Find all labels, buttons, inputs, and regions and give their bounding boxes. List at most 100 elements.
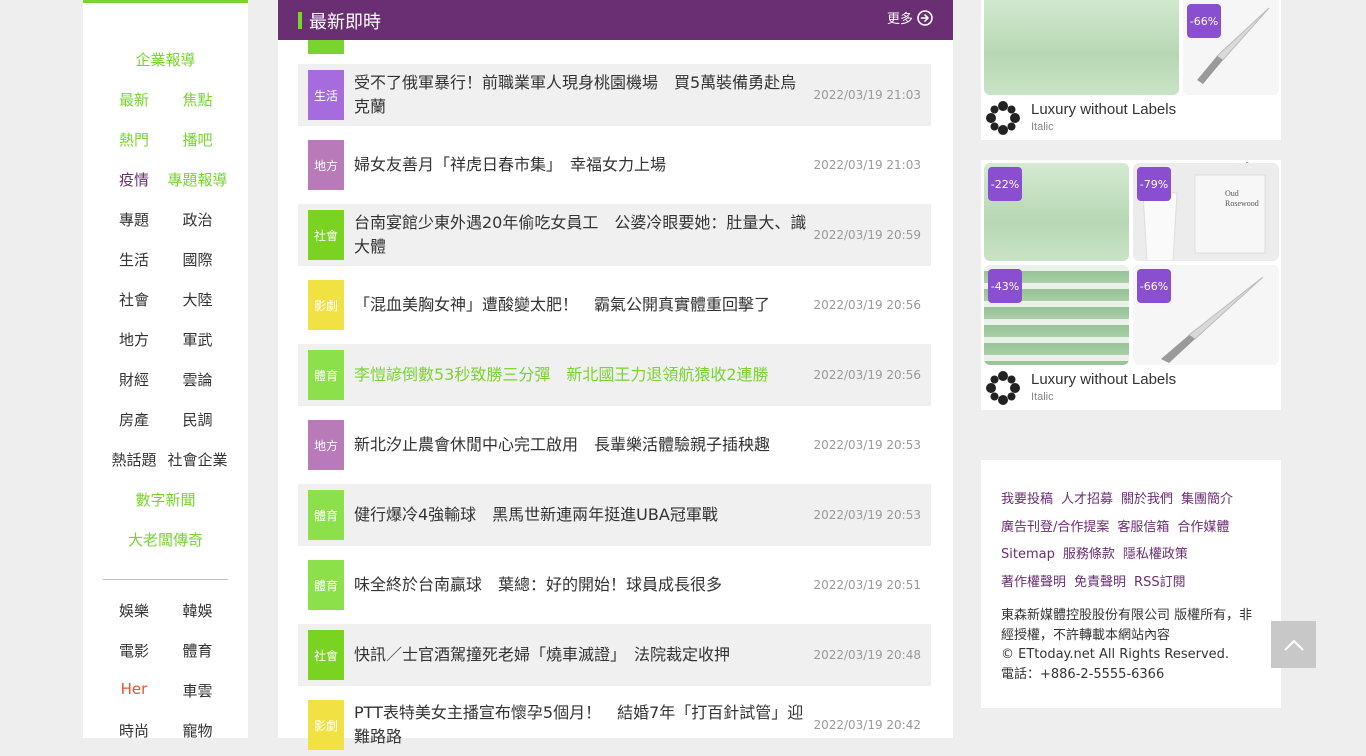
brand-logo-icon — [986, 371, 1020, 405]
sidebar-item-china[interactable]: 大陸 — [165, 289, 230, 310]
page-title: 最新即時 — [309, 12, 381, 33]
news-row[interactable]: 地方 新北汐止農會休閒中心完工啟用 長輩樂活體驗親子插秧趣 2022/03/19… — [298, 414, 931, 476]
footer-link-careers[interactable]: 人才招募 — [1061, 486, 1113, 514]
news-row[interactable]: 體育 李愷諺倒數53秒致勝三分彈 新北國王力退領航猿收2連勝 2022/03/1… — [298, 344, 931, 406]
news-timestamp: 2022/03/19 20:56 — [813, 368, 921, 382]
news-row[interactable]: 體育 健行爆冷4強輸球 黑馬世新連兩年挺進UBA冠軍戰 2022/03/19 2… — [298, 484, 931, 546]
back-to-top-button[interactable] — [1271, 621, 1316, 668]
category-tag: 社會 — [308, 630, 344, 680]
sidebar-item-sports[interactable]: 體育 — [165, 640, 230, 661]
footer-link-disclaimer[interactable]: 免責聲明 — [1074, 569, 1126, 597]
news-headline[interactable]: 台南宴館少東外遇20年偷吃女員工 公婆冷眼要她：肚量大、識大體 — [354, 204, 809, 266]
ad-image-mug[interactable]: Oud Rosewood -79% — [1133, 163, 1279, 261]
news-row[interactable]: 影劇 PTT表特美女主播宣布懷孕5個月！ 結婚7年「打百針試管」迎難路路 202… — [298, 694, 931, 756]
sidebar-divider — [103, 579, 228, 580]
ad-brand-name[interactable]: Luxury without Labels — [1031, 101, 1176, 118]
site-footer: 我要投稿 人才招募 關於我們 集團簡介 廣告刊登/合作提案 客服信箱 合作媒體 Sitem… — [981, 460, 1281, 708]
panel-header: 最新即時 更多 — [278, 0, 953, 40]
news-timestamp: 2022/03/19 20:53 — [813, 508, 921, 522]
more-label: 更多 — [886, 12, 913, 27]
footer-link-advertise[interactable]: 廣告刊登/合作提案 — [1001, 514, 1109, 542]
news-headline[interactable]: 健行爆冷4強輸球 黑馬世新連兩年挺進UBA冠軍戰 — [354, 484, 809, 546]
news-row[interactable]: 生活 受不了俄軍暴行！前職業軍人現身桃園機場 買5萬裝備勇赴烏克蘭 2022/0… — [298, 64, 931, 126]
footer-link-group[interactable]: 集團簡介 — [1181, 486, 1233, 514]
news-headline[interactable]: 味全終於台南贏球 葉總：好的開始！球員成長很多 — [354, 554, 809, 616]
category-tag: 體育 — [308, 560, 344, 610]
news-timestamp: 2022/03/19 20:59 — [813, 228, 921, 242]
header-accent-bar — [298, 12, 302, 29]
news-row[interactable]: 影劇 「混血美胸女神」遭酸變太肥！ 霸氣公開真實體重回擊了 2022/03/19… — [298, 274, 931, 336]
footer-link-about[interactable]: 關於我們 — [1121, 486, 1173, 514]
more-link[interactable]: 更多 — [887, 8, 933, 27]
news-headline[interactable]: 受不了俄軍暴行！前職業軍人現身桃園機場 買5萬裝備勇赴烏克蘭 — [354, 64, 809, 126]
sidebar-item-social-enterprise[interactable]: 社會企業 — [165, 449, 230, 470]
ad-brand-sub: Italic — [1031, 121, 1054, 133]
sidebar-item-polls[interactable]: 民調 — [165, 409, 230, 430]
news-headline[interactable]: PTT表特美女主播宣布懷孕5個月！ 結婚7年「打百針試管」迎難路路 — [354, 694, 809, 756]
news-row[interactable]: 社會 快訊／士官酒駕撞死老婦「燒車滅證」 法院裁定收押 2022/03/19 2… — [298, 624, 931, 686]
news-headline[interactable]: 李愷諺倒數53秒致勝三分彈 新北國王力退領航猿收2連勝 — [354, 344, 809, 406]
discount-tag: -66% — [1137, 269, 1171, 303]
sidebar-item-podcast[interactable]: 播吧 — [165, 129, 230, 150]
sidebar-item-opinion[interactable]: 雲論 — [165, 369, 230, 390]
sidebar-item-corporate-news[interactable]: 企業報導 — [83, 49, 248, 70]
sidebar-item-focus[interactable]: 焦點 — [165, 89, 230, 110]
footer-link-copyright[interactable]: 著作權聲明 — [1001, 569, 1066, 597]
category-tag-partial — [308, 40, 344, 54]
ad-banner-grid[interactable]: -22% Oud Rosewood -79% -43% -66% Luxury … — [981, 160, 1281, 410]
sidebar-item-international[interactable]: 國際 — [165, 249, 230, 270]
sidebar-item-military[interactable]: 軍武 — [165, 329, 230, 350]
category-tag: 影劇 — [308, 280, 344, 330]
footer-links: 我要投稿 人才招募 關於我們 集團簡介 廣告刊登/合作提案 客服信箱 合作媒體 Sitem… — [1001, 486, 1271, 596]
news-timestamp: 2022/03/19 20:48 — [813, 648, 921, 662]
sidebar-item-korean-ent[interactable]: 韓娛 — [165, 600, 230, 621]
news-headline[interactable]: 「混血美胸女神」遭酸變太肥！ 霸氣公開真實體重回擊了 — [354, 274, 809, 336]
sidebar-item-data-news[interactable]: 數字新聞 — [83, 489, 248, 510]
brand-logo-icon — [986, 101, 1020, 135]
footer-link-rss[interactable]: RSS訂閱 — [1134, 569, 1186, 597]
footer-link-terms[interactable]: 服務條款 — [1063, 541, 1115, 569]
news-row[interactable]: 地方 婦女友善月「祥虎日春市集」 幸福女力上場 2022/03/19 21:03 — [298, 134, 931, 196]
footer-link-partners[interactable]: 合作媒體 — [1177, 514, 1229, 542]
ad-image-knife[interactable]: -66% — [1183, 0, 1279, 95]
discount-tag: -43% — [988, 269, 1022, 303]
news-timestamp: 2022/03/19 20:56 — [813, 298, 921, 312]
ad-banner-top[interactable]: -66% Luxury without Labels Italic — [981, 0, 1281, 140]
chevron-up-icon — [1283, 639, 1304, 651]
sidebar-item-politics[interactable]: 政治 — [165, 209, 230, 230]
news-row[interactable]: 社會 台南宴館少東外遇20年偷吃女員工 公婆冷眼要她：肚量大、識大體 2022/… — [298, 204, 931, 266]
ad-image-towel[interactable] — [984, 0, 1179, 95]
footer-copyright-line: 東森新媒體控股股份有限公司 版權所有，非經授權，不許轉載本網站內容 — [1001, 608, 1253, 643]
ad-brand-name[interactable]: Luxury without Labels — [1031, 371, 1176, 388]
sidebar-item-boss-legends[interactable]: 大老闆傳奇 — [83, 529, 248, 550]
news-headline[interactable]: 新北汐止農會休閒中心完工啟用 長輩樂活體驗親子插秧趣 — [354, 414, 809, 476]
category-tag: 地方 — [308, 140, 344, 190]
category-tag: 地方 — [308, 420, 344, 470]
news-timestamp: 2022/03/19 20:51 — [813, 578, 921, 592]
ad-image-towel[interactable]: -22% — [984, 163, 1129, 261]
news-timestamp: 2022/03/19 20:53 — [813, 438, 921, 452]
category-tag: 社會 — [308, 210, 344, 260]
arrow-circle-right-icon — [917, 9, 933, 26]
category-tag: 體育 — [308, 490, 344, 540]
sidebar-item-cars[interactable]: 車雲 — [165, 680, 230, 701]
category-tag: 體育 — [308, 350, 344, 400]
footer-link-privacy[interactable]: 隱私權政策 — [1123, 541, 1188, 569]
news-row[interactable]: 體育 味全終於台南贏球 葉總：好的開始！球員成長很多 2022/03/19 20… — [298, 554, 931, 616]
news-timestamp: 2022/03/19 20:42 — [813, 718, 921, 732]
news-headline[interactable]: 快訊／士官酒駕撞死老婦「燒車滅證」 法院裁定收押 — [354, 624, 809, 686]
footer-phone-line: 電話：+886-2-5555-6366 — [1001, 667, 1165, 682]
footer-link-support[interactable]: 客服信箱 — [1117, 514, 1169, 542]
discount-tag: -22% — [988, 167, 1022, 201]
ad-image-knife[interactable]: -66% — [1133, 265, 1279, 365]
footer-link-sitemap[interactable]: Sitemap — [1001, 541, 1055, 569]
sidebar-item-special-report[interactable]: 專題報導 — [165, 169, 230, 190]
news-timestamp: 2022/03/19 21:03 — [813, 158, 921, 172]
discount-tag: -66% — [1187, 4, 1221, 38]
mug-box-label: Oud Rosewood — [1225, 189, 1259, 208]
news-headline[interactable]: 婦女友善月「祥虎日春市集」 幸福女力上場 — [354, 134, 809, 196]
footer-link-submit[interactable]: 我要投稿 — [1001, 486, 1053, 514]
news-timestamp: 2022/03/19 21:03 — [813, 88, 921, 102]
ad-image-towel-stack[interactable]: -43% — [984, 265, 1129, 365]
latest-news-panel: 最新即時 更多 生活 受不了俄軍暴行！前職業軍人現身桃園機場 買5萬裝備勇赴烏克… — [278, 0, 953, 750]
